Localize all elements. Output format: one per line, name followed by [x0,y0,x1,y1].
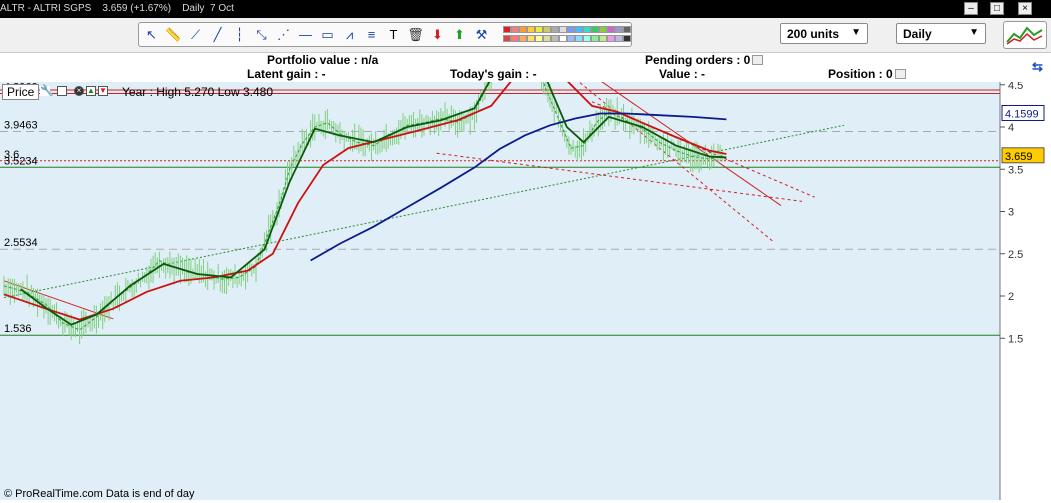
title-bar: ALTR - ALTRI SGPS 3.659 (+1.67%) Daily 7… [0,0,1051,18]
units-value: 200 units [787,27,840,41]
vertical-line-icon[interactable]: ┆ [231,26,248,43]
period-select[interactable]: Daily ▼ [896,23,986,44]
color-swatch[interactable] [607,35,615,42]
color-swatch[interactable] [623,35,631,42]
period-value: Daily [903,27,932,41]
y-tick-label: 2.5 [1008,249,1023,261]
color-swatch[interactable] [511,35,519,42]
year-high-low: Year : High 5.270 Low 3.480 [122,85,274,99]
color-swatch[interactable] [607,26,615,33]
color-swatch[interactable] [575,35,583,42]
footer-text: © ProRealTime.com Data is end of day [4,488,195,500]
y-tick-label: 1.5 [1008,333,1023,345]
level-label: 2.5534 [4,237,38,249]
latent-gain: Latent gain : - [247,67,326,81]
zigzag-icon[interactable]: ⩘ [341,26,358,43]
trash-icon[interactable]: 🗑 [407,26,424,43]
color-swatch[interactable] [551,26,559,33]
window-icon[interactable] [57,86,67,96]
move-down-icon[interactable]: ▼ [98,86,108,96]
line-icon[interactable]: ╱ [209,26,226,43]
level-label: 1.536 [4,323,32,335]
text-icon[interactable]: T [385,26,402,43]
price-chart: 5.234.82084.39623.94633.63.52342.55341.5… [0,0,1051,500]
value-label: 3.659 [1005,151,1033,163]
pending-orders: Pending orders : 0 [645,53,764,67]
info-bar: Portfolio value : n/a Latent gain : - To… [0,53,1051,81]
minimize-button[interactable]: – [964,2,978,15]
color-swatch[interactable] [543,35,551,42]
chevron-down-icon: ▼ [969,27,979,38]
sell-arrow-icon[interactable]: ⬇ [429,26,446,43]
value-field: Value : - [659,67,706,81]
sync-arrows-icon[interactable]: ⇆ [1032,59,1043,75]
color-swatch[interactable] [519,35,527,42]
color-swatch[interactable] [551,35,559,42]
close-button[interactable]: × [1018,2,1032,15]
horizontal-line-icon[interactable]: — [297,26,314,43]
color-swatch[interactable] [591,35,599,42]
tools-icon[interactable]: ⚒ [473,26,490,43]
arrow-icon[interactable]: ↖ [143,26,160,43]
indicator-label[interactable]: Price [2,84,40,100]
color-swatch[interactable] [559,35,567,42]
color-swatch[interactable] [543,26,551,33]
ruler-icon[interactable]: 📏 [165,26,182,43]
color-swatch[interactable] [503,26,511,33]
position-label: Position : 0 [828,67,893,81]
color-swatch[interactable] [527,35,535,42]
line-icon-2[interactable]: ⤡ [253,26,270,43]
color-swatch[interactable] [527,26,535,33]
window-title: ALTR - ALTRI SGPS 3.659 (+1.67%) Daily 7… [0,3,234,14]
color-swatch[interactable] [535,26,543,33]
level-label: 3.9463 [4,120,38,132]
color-swatch[interactable] [583,35,591,42]
color-swatch[interactable] [615,26,623,33]
color-swatch[interactable] [511,26,519,33]
color-swatch[interactable] [615,35,623,42]
color-swatch[interactable] [623,26,631,33]
chart-settings-icon[interactable] [1003,21,1047,49]
level-label: 3.5234 [4,155,38,167]
move-up-icon[interactable]: ▲ [86,86,96,96]
rectangle-icon[interactable]: ▭ [319,26,336,43]
value-label: 4.1599 [1005,108,1039,120]
y-tick-label: 4.5 [1008,82,1023,92]
fibonacci-icon[interactable]: ≡ [363,26,380,43]
color-swatch[interactable] [599,26,607,33]
details-icon[interactable] [752,55,764,65]
color-swatch[interactable] [599,35,607,42]
buy-arrow-icon[interactable]: ⬆ [451,26,468,43]
color-swatch[interactable] [575,26,583,33]
color-swatch[interactable] [559,26,567,33]
fan-icon[interactable]: ⋰ [275,26,292,43]
pending-orders-label: Pending orders : 0 [645,53,751,67]
details-icon[interactable] [894,69,906,79]
wrench-icon[interactable]: 🔧 [40,86,54,97]
maximize-button[interactable]: □ [990,2,1004,15]
y-tick-label: 3.5 [1008,164,1023,176]
segment-icon[interactable]: ⟋ [187,26,204,43]
drawing-tools: ↖ 📏 ⟋ ╱ ┆ ⤡ ⋰ — ▭ ⩘ ≡ T 🗑 ⬇ ⬆ ⚒ [138,22,632,47]
color-swatch[interactable] [535,35,543,42]
color-swatch[interactable] [583,26,591,33]
chevron-down-icon: ▼ [851,27,861,38]
y-tick-label: 4 [1008,122,1014,134]
color-swatch[interactable] [567,35,575,42]
position-field: Position : 0 [828,67,906,81]
color-swatch[interactable] [519,26,527,33]
close-panel-icon[interactable]: × [74,86,84,96]
units-select[interactable]: 200 units ▼ [780,23,868,44]
y-tick-label: 2 [1008,291,1014,303]
color-swatch[interactable] [503,35,511,42]
portfolio-value: Portfolio value : n/a [267,53,379,67]
y-tick-label: 3 [1008,207,1014,219]
color-swatch[interactable] [591,26,599,33]
color-swatch[interactable] [567,26,575,33]
todays-gain: Today's gain : - [450,67,537,81]
chart-area[interactable]: 5.234.82084.39623.94633.63.52342.55341.5… [0,0,1051,500]
